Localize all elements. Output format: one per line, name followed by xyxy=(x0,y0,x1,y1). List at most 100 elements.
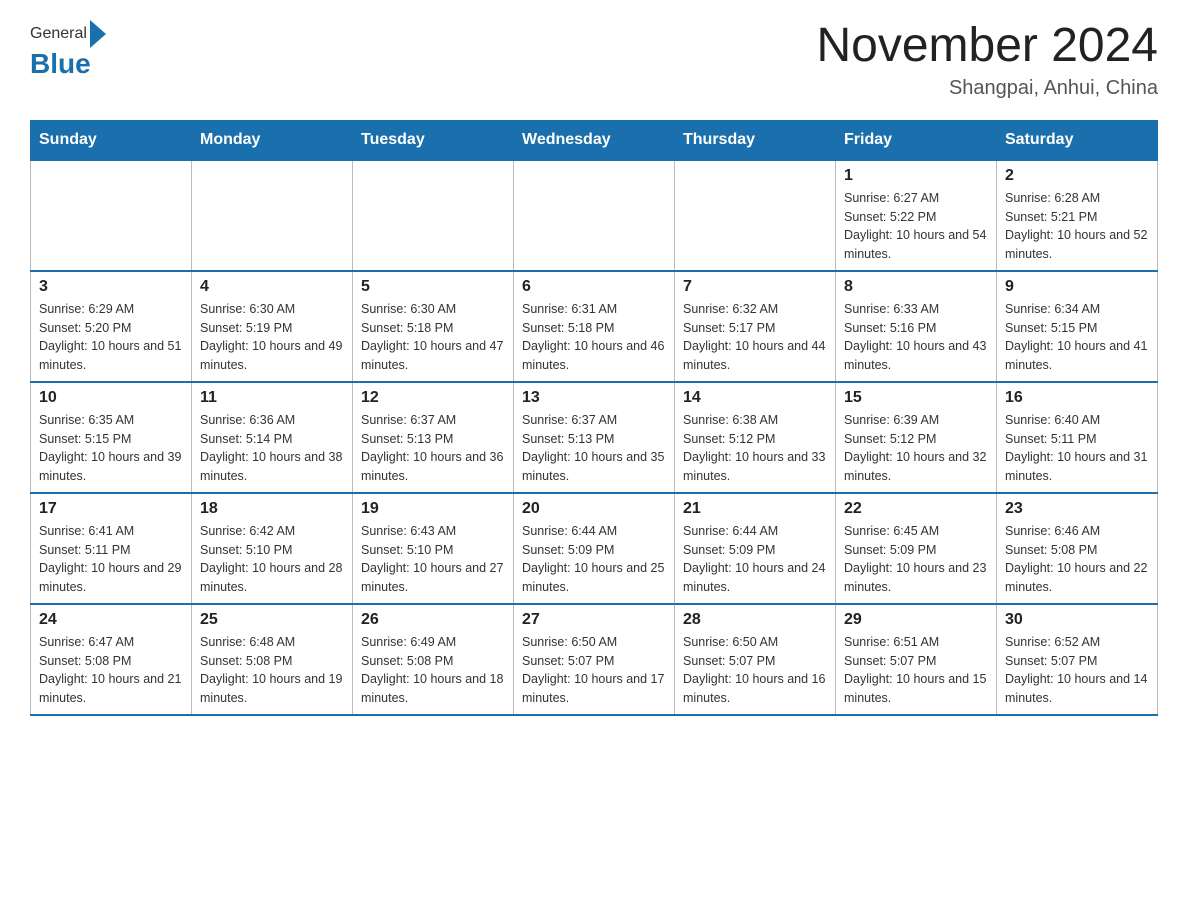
calendar-table: SundayMondayTuesdayWednesdayThursdayFrid… xyxy=(30,120,1158,716)
calendar-cell: 22 Sunrise: 6:45 AM Sunset: 5:09 PM Dayli… xyxy=(836,493,997,604)
calendar-cell: 4 Sunrise: 6:30 AM Sunset: 5:19 PM Daylig… xyxy=(192,271,353,382)
weekday-header-thursday: Thursday xyxy=(675,120,836,160)
day-number: 1 xyxy=(844,167,988,185)
calendar-cell: 6 Sunrise: 6:31 AM Sunset: 5:18 PM Daylig… xyxy=(514,271,675,382)
day-number: 19 xyxy=(361,500,505,518)
calendar-cell: 14 Sunrise: 6:38 AM Sunset: 5:12 PM Dayli… xyxy=(675,382,836,493)
day-info: Sunrise: 6:50 AM Sunset: 5:07 PM Dayligh… xyxy=(522,633,666,708)
logo-arrow-icon xyxy=(90,20,106,48)
day-number: 4 xyxy=(200,278,344,296)
calendar-week-row: 3 Sunrise: 6:29 AM Sunset: 5:20 PM Daylig… xyxy=(31,271,1158,382)
calendar-week-row: 24 Sunrise: 6:47 AM Sunset: 5:08 PM Dayli… xyxy=(31,604,1158,715)
calendar-cell: 27 Sunrise: 6:50 AM Sunset: 5:07 PM Dayli… xyxy=(514,604,675,715)
day-number: 11 xyxy=(200,389,344,407)
day-number: 24 xyxy=(39,611,183,629)
weekday-header-sunday: Sunday xyxy=(31,120,192,160)
day-number: 30 xyxy=(1005,611,1149,629)
day-number: 14 xyxy=(683,389,827,407)
day-number: 13 xyxy=(522,389,666,407)
day-info: Sunrise: 6:30 AM Sunset: 5:19 PM Dayligh… xyxy=(200,300,344,375)
weekday-header-saturday: Saturday xyxy=(997,120,1158,160)
day-number: 25 xyxy=(200,611,344,629)
calendar-cell: 9 Sunrise: 6:34 AM Sunset: 5:15 PM Daylig… xyxy=(997,271,1158,382)
day-info: Sunrise: 6:37 AM Sunset: 5:13 PM Dayligh… xyxy=(361,411,505,486)
day-info: Sunrise: 6:32 AM Sunset: 5:17 PM Dayligh… xyxy=(683,300,827,375)
day-info: Sunrise: 6:44 AM Sunset: 5:09 PM Dayligh… xyxy=(522,522,666,597)
calendar-cell: 28Sunrise: 6:50 AM Sunset: 5:07 PM Dayli… xyxy=(675,604,836,715)
day-number: 22 xyxy=(844,500,988,518)
day-number: 3 xyxy=(39,278,183,296)
calendar-cell: 12 Sunrise: 6:37 AM Sunset: 5:13 PM Dayli… xyxy=(353,382,514,493)
day-info: Sunrise: 6:38 AM Sunset: 5:12 PM Dayligh… xyxy=(683,411,827,486)
day-info: Sunrise: 6:52 AM Sunset: 5:07 PM Dayligh… xyxy=(1005,633,1149,708)
day-number: 5 xyxy=(361,278,505,296)
day-info: Sunrise: 6:29 AM Sunset: 5:20 PM Dayligh… xyxy=(39,300,183,375)
day-number: 18 xyxy=(200,500,344,518)
logo-blue-text: Blue xyxy=(30,48,91,79)
day-info: Sunrise: 6:44 AM Sunset: 5:09 PM Dayligh… xyxy=(683,522,827,597)
weekday-header-friday: Friday xyxy=(836,120,997,160)
logo: General Blue xyxy=(30,20,106,80)
day-number: 8 xyxy=(844,278,988,296)
calendar-week-row: 1Sunrise: 6:27 AM Sunset: 5:22 PM Daylig… xyxy=(31,160,1158,271)
day-info: Sunrise: 6:41 AM Sunset: 5:11 PM Dayligh… xyxy=(39,522,183,597)
weekday-header-wednesday: Wednesday xyxy=(514,120,675,160)
day-info: Sunrise: 6:48 AM Sunset: 5:08 PM Dayligh… xyxy=(200,633,344,708)
calendar-cell: 3 Sunrise: 6:29 AM Sunset: 5:20 PM Daylig… xyxy=(31,271,192,382)
day-number: 2 xyxy=(1005,167,1149,185)
day-number: 17 xyxy=(39,500,183,518)
day-number: 10 xyxy=(39,389,183,407)
day-number: 9 xyxy=(1005,278,1149,296)
day-info: Sunrise: 6:45 AM Sunset: 5:09 PM Dayligh… xyxy=(844,522,988,597)
day-info: Sunrise: 6:40 AM Sunset: 5:11 PM Dayligh… xyxy=(1005,411,1149,486)
calendar-cell: 21 Sunrise: 6:44 AM Sunset: 5:09 PM Dayli… xyxy=(675,493,836,604)
calendar-cell: 13 Sunrise: 6:37 AM Sunset: 5:13 PM Dayli… xyxy=(514,382,675,493)
day-number: 23 xyxy=(1005,500,1149,518)
day-number: 21 xyxy=(683,500,827,518)
calendar-cell xyxy=(353,160,514,271)
month-title: November 2024 xyxy=(816,20,1158,73)
day-info: Sunrise: 6:46 AM Sunset: 5:08 PM Dayligh… xyxy=(1005,522,1149,597)
day-info: Sunrise: 6:30 AM Sunset: 5:18 PM Dayligh… xyxy=(361,300,505,375)
calendar-cell xyxy=(514,160,675,271)
day-info: Sunrise: 6:47 AM Sunset: 5:08 PM Dayligh… xyxy=(39,633,183,708)
day-info: Sunrise: 6:51 AM Sunset: 5:07 PM Dayligh… xyxy=(844,633,988,708)
weekday-header-tuesday: Tuesday xyxy=(353,120,514,160)
day-number: 12 xyxy=(361,389,505,407)
calendar-cell: 20 Sunrise: 6:44 AM Sunset: 5:09 PM Dayli… xyxy=(514,493,675,604)
calendar-cell: 25 Sunrise: 6:48 AM Sunset: 5:08 PM Dayli… xyxy=(192,604,353,715)
day-number: 29 xyxy=(844,611,988,629)
calendar-cell: 29 Sunrise: 6:51 AM Sunset: 5:07 PM Dayli… xyxy=(836,604,997,715)
day-info: Sunrise: 6:31 AM Sunset: 5:18 PM Dayligh… xyxy=(522,300,666,375)
calendar-cell: 17 Sunrise: 6:41 AM Sunset: 5:11 PM Dayli… xyxy=(31,493,192,604)
day-info: Sunrise: 6:34 AM Sunset: 5:15 PM Dayligh… xyxy=(1005,300,1149,375)
day-info: Sunrise: 6:37 AM Sunset: 5:13 PM Dayligh… xyxy=(522,411,666,486)
day-number: 27 xyxy=(522,611,666,629)
page-header: General Blue November 2024 Shangpai, Anh… xyxy=(30,20,1158,100)
calendar-week-row: 10Sunrise: 6:35 AM Sunset: 5:15 PM Dayli… xyxy=(31,382,1158,493)
calendar-cell: 24 Sunrise: 6:47 AM Sunset: 5:08 PM Dayli… xyxy=(31,604,192,715)
calendar-cell xyxy=(675,160,836,271)
day-info: Sunrise: 6:28 AM Sunset: 5:21 PM Dayligh… xyxy=(1005,189,1149,264)
day-number: 26 xyxy=(361,611,505,629)
calendar-week-row: 17 Sunrise: 6:41 AM Sunset: 5:11 PM Dayli… xyxy=(31,493,1158,604)
logo-general-text: General xyxy=(30,25,87,43)
calendar-cell: 26 Sunrise: 6:49 AM Sunset: 5:08 PM Dayli… xyxy=(353,604,514,715)
weekday-header-monday: Monday xyxy=(192,120,353,160)
day-info: Sunrise: 6:50 AM Sunset: 5:07 PM Dayligh… xyxy=(683,633,827,708)
location: Shangpai, Anhui, China xyxy=(816,77,1158,100)
day-info: Sunrise: 6:42 AM Sunset: 5:10 PM Dayligh… xyxy=(200,522,344,597)
day-number: 16 xyxy=(1005,389,1149,407)
day-number: 6 xyxy=(522,278,666,296)
day-info: Sunrise: 6:49 AM Sunset: 5:08 PM Dayligh… xyxy=(361,633,505,708)
weekday-header-row: SundayMondayTuesdayWednesdayThursdayFrid… xyxy=(31,120,1158,160)
calendar-cell xyxy=(31,160,192,271)
calendar-cell: 5 Sunrise: 6:30 AM Sunset: 5:18 PM Daylig… xyxy=(353,271,514,382)
day-number: 15 xyxy=(844,389,988,407)
calendar-cell: 10Sunrise: 6:35 AM Sunset: 5:15 PM Dayli… xyxy=(31,382,192,493)
calendar-cell: 2 Sunrise: 6:28 AM Sunset: 5:21 PM Daylig… xyxy=(997,160,1158,271)
day-info: Sunrise: 6:39 AM Sunset: 5:12 PM Dayligh… xyxy=(844,411,988,486)
title-section: November 2024 Shangpai, Anhui, China xyxy=(816,20,1158,100)
day-number: 20 xyxy=(522,500,666,518)
day-info: Sunrise: 6:43 AM Sunset: 5:10 PM Dayligh… xyxy=(361,522,505,597)
